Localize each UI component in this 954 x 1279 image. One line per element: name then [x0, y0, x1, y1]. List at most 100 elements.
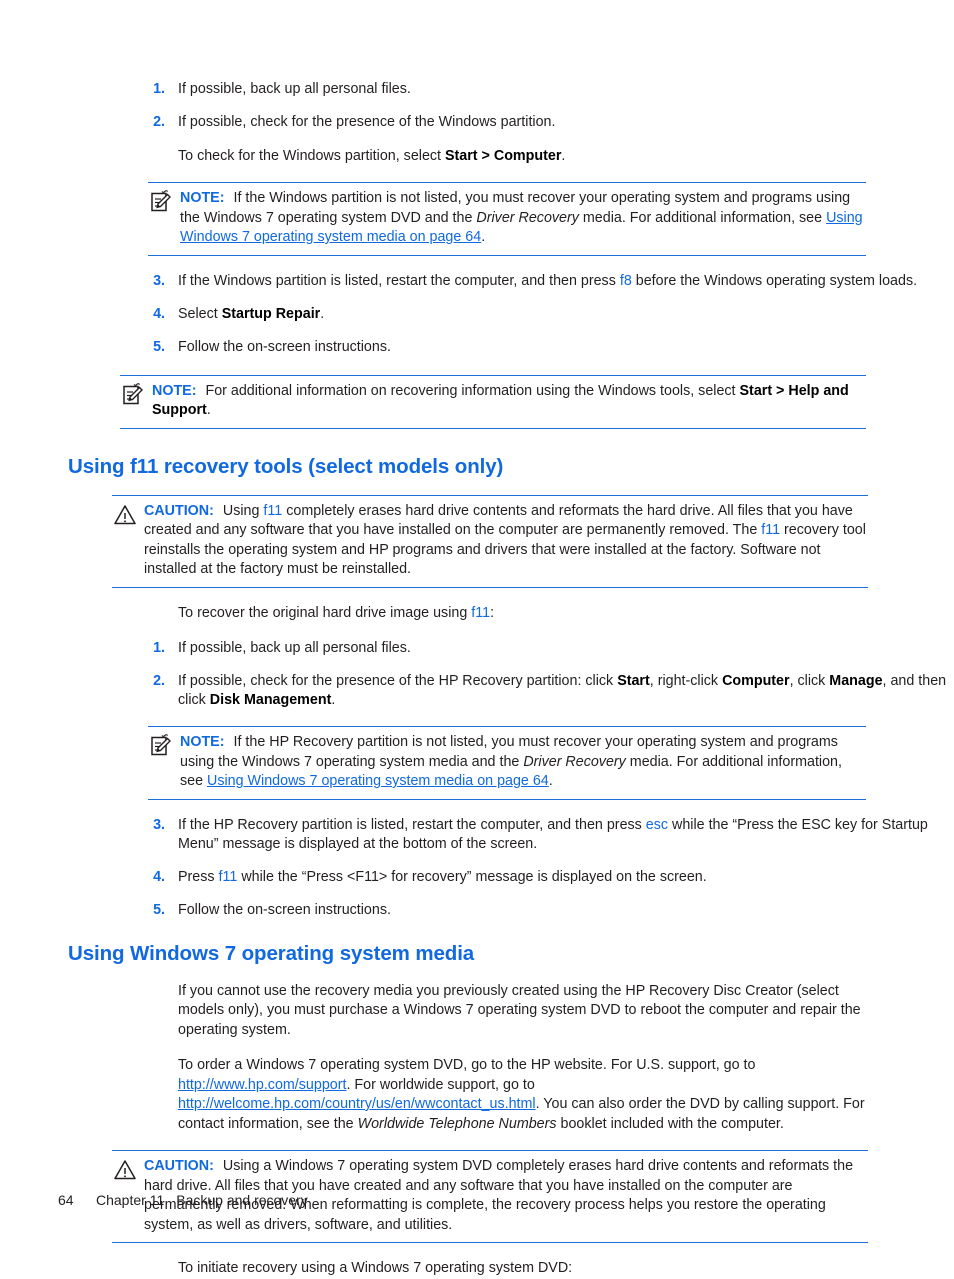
windows-tools-steps-continued: 3. If the Windows partition is listed, r…	[0, 272, 954, 357]
note-label: NOTE:	[180, 734, 225, 750]
footer-chapter-number: Chapter 11	[96, 1192, 165, 1208]
key-name: f11	[761, 522, 781, 538]
list-number: 4.	[153, 305, 165, 322]
windows-tools-steps: 1. If possible, back up all personal fil…	[0, 80, 954, 166]
subparagraph-text-prefix: To check for the Windows partition, sele…	[178, 148, 445, 164]
note-pencil-icon	[120, 382, 146, 408]
list-item: 5. Follow the on-screen instructions.	[0, 338, 954, 357]
list-item-text: Press f11 while the “Press <F11> for rec…	[178, 868, 954, 887]
note-text-b: .	[206, 402, 211, 418]
note-italic: Driver Recovery	[523, 753, 626, 770]
list-item-text: If possible, check for the presence of t…	[178, 114, 556, 130]
document-page: 1. If possible, back up all personal fil…	[0, 0, 954, 1276]
step-text-a: If the Windows partition is listed, rest…	[178, 272, 620, 289]
list-item-text: Select Startup Repair.	[178, 305, 954, 324]
note-pencil-icon	[148, 189, 174, 215]
note-body: NOTE: For additional information on recov…	[120, 382, 866, 421]
caution-body: CAUTION: Using f11 completely erases hard…	[112, 502, 868, 580]
list-item: 2. If possible, check for the presence o…	[0, 113, 954, 166]
note-label: NOTE:	[180, 190, 225, 206]
f11-steps-continued: 3. If the HP Recovery partition is liste…	[0, 816, 954, 920]
caution-callout: CAUTION: Using f11 completely erases hard…	[112, 494, 868, 588]
list-item: 4. Press f11 while the “Press <F11> for …	[0, 868, 954, 887]
ui-option-bold: Startup Repair	[221, 305, 321, 322]
note-text-c: .	[548, 773, 553, 789]
list-number: 2.	[153, 114, 165, 130]
note-label: NOTE:	[152, 382, 197, 399]
list-item-subparagraph: To check for the Windows partition, sele…	[178, 147, 954, 166]
list-number: 2.	[153, 673, 165, 689]
menu-path-bold: Start > Computer	[445, 148, 562, 164]
list-item: 3. If the HP Recovery partition is liste…	[0, 816, 954, 854]
intro-text-a: To recover the original hard drive image…	[178, 604, 472, 621]
list-item-text: Follow the on-screen instructions.	[178, 338, 391, 355]
caution-label: CAUTION:	[144, 502, 214, 519]
list-item: 3. If the Windows partition is listed, r…	[0, 272, 954, 291]
cross-reference-link[interactable]: Using Windows 7 operating system media o…	[207, 773, 549, 789]
note-text-b: media. For additional information, see	[578, 209, 827, 226]
ui-option-bold: Computer	[722, 673, 790, 689]
list-item-text: If the Windows partition is listed, rest…	[178, 272, 954, 291]
note-text-a: For additional information on recovering…	[205, 382, 740, 399]
step-text-a: Press	[178, 868, 219, 885]
list-item: 4. Select Startup Repair.	[0, 305, 954, 324]
footer-chapter-title: Backup and recovery	[176, 1192, 308, 1208]
note-callout: NOTE: For additional information on recov…	[120, 374, 866, 429]
section-heading-f11: Using f11 recovery tools (select models …	[68, 454, 504, 478]
key-name: f11	[218, 868, 238, 885]
list-item-text: If possible, check for the presence of t…	[178, 672, 954, 710]
list-number: 3.	[153, 816, 165, 833]
list-item: 2. If possible, check for the presence o…	[0, 672, 954, 710]
subparagraph-text-suffix: .	[561, 148, 566, 164]
caution-text-a: Using	[222, 502, 264, 519]
list-item: 1. If possible, back up all personal fil…	[0, 639, 954, 658]
hp-support-url-link[interactable]: http://www.hp.com/support	[178, 1077, 346, 1093]
note-body: NOTE: If the Windows partition is not lis…	[148, 189, 866, 248]
footer-chapter: Chapter 11 Backup and recovery	[96, 1192, 308, 1208]
list-number: 1.	[153, 81, 165, 97]
step-text-c: , click	[789, 673, 830, 689]
step-text-e: .	[331, 692, 336, 708]
booklet-title-italic: Worldwide Telephone Numbers	[357, 1115, 557, 1132]
key-name: f11	[471, 604, 491, 621]
para-text-b: . For worldwide support, go to	[346, 1076, 535, 1093]
win7-media-paragraph-3: To initiate recovery using a Windows 7 o…	[178, 1260, 573, 1276]
win7-media-paragraph-1: If you cannot use the recovery media you…	[178, 982, 861, 1038]
list-item-text: If the HP Recovery partition is listed, …	[178, 816, 954, 854]
list-item-text: If possible, back up all personal files.	[178, 640, 411, 656]
para-text-a: To order a Windows 7 operating system DV…	[178, 1057, 756, 1073]
note-callout: NOTE: If the Windows partition is not lis…	[148, 182, 866, 256]
intro-text-b: :	[490, 604, 495, 621]
ui-option-bold: Start	[617, 673, 650, 689]
f11-steps: 1. If possible, back up all personal fil…	[0, 639, 954, 710]
win7-media-paragraph-2: To order a Windows 7 operating system DV…	[178, 1056, 868, 1134]
step-text-a: Select	[178, 305, 222, 322]
section-heading-win7-media: Using Windows 7 operating system media	[68, 941, 475, 965]
hp-worldwide-contact-url-link[interactable]: http://welcome.hp.com/country/us/en/wwco…	[178, 1096, 536, 1112]
note-text-c: .	[481, 229, 486, 245]
note-italic: Driver Recovery	[476, 209, 579, 226]
warning-triangle-icon	[112, 502, 138, 528]
note-body: NOTE: If the HP Recovery partition is not…	[148, 733, 866, 792]
step-text-b: before the Windows operating system load…	[631, 272, 918, 289]
list-item-text: Follow the on-screen instructions.	[178, 901, 391, 918]
step-text-b: while the “Press <F11> for recovery” mes…	[237, 868, 707, 885]
caution-label: CAUTION:	[144, 1158, 214, 1174]
footer-page-number: 64	[58, 1192, 74, 1208]
list-number: 5.	[153, 901, 165, 918]
page-content: 1. If possible, back up all personal fil…	[0, 80, 954, 1279]
list-item-text: If possible, back up all personal files.	[178, 81, 411, 97]
note-callout: NOTE: If the HP Recovery partition is not…	[148, 726, 866, 800]
list-item: 5. Follow the on-screen instructions.	[0, 901, 954, 920]
list-number: 5.	[153, 338, 165, 355]
ui-option-bold: Disk Management	[209, 692, 332, 708]
para-text-d: booklet included with the computer.	[556, 1115, 784, 1132]
list-number: 3.	[153, 272, 165, 289]
list-number: 1.	[153, 640, 165, 656]
step-text-a: If possible, check for the presence of t…	[178, 673, 618, 689]
key-name: f11	[263, 502, 283, 519]
key-name: esc	[645, 816, 669, 833]
step-text-b: , right-click	[649, 673, 723, 689]
ui-option-bold: Manage	[829, 673, 883, 689]
step-text-a: If the HP Recovery partition is listed, …	[178, 816, 646, 833]
